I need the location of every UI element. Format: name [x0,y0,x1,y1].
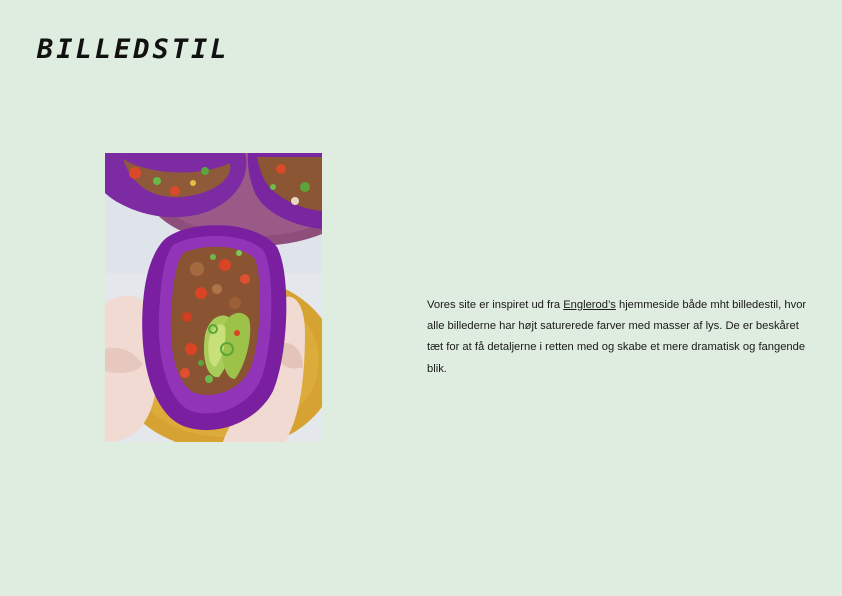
page-title: BILLEDSTIL [37,34,230,65]
food-photo [105,153,322,442]
description-text: Vores site er inspiret ud fra Englerod’s… [427,295,807,380]
description-before-link: Vores site er inspiret ud fra [427,299,564,311]
englerod-link[interactable]: Englerod’s [563,299,616,311]
